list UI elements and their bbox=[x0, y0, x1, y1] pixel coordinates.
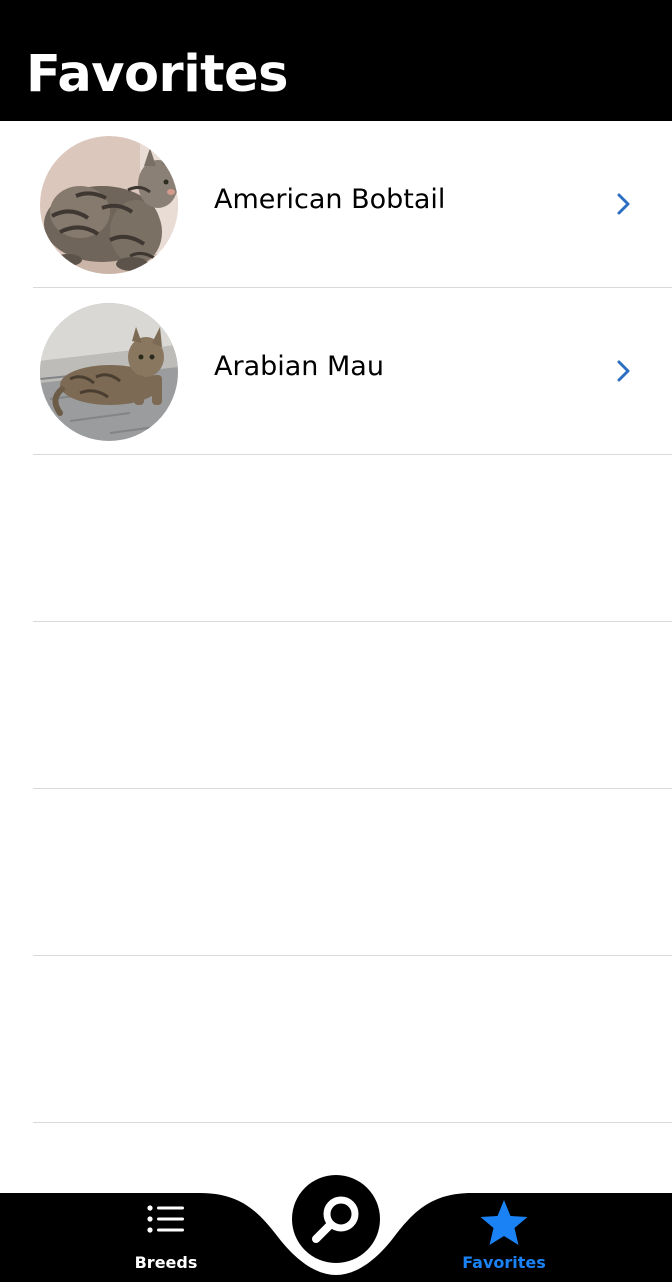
breed-name: Arabian Mau bbox=[214, 351, 384, 382]
list-item[interactable]: Arabian Mau bbox=[0, 288, 672, 455]
empty-row bbox=[0, 455, 672, 622]
navigation-header: Favorites bbox=[0, 0, 672, 121]
chevron-right-icon bbox=[617, 193, 630, 215]
search-icon bbox=[312, 1196, 359, 1243]
search-button[interactable] bbox=[292, 1175, 380, 1263]
page-title: Favorites bbox=[26, 45, 289, 104]
breed-photo bbox=[40, 303, 178, 441]
favorites-list: American Bobtail Arabian Mau bbox=[0, 121, 672, 1193]
breed-name: American Bobtail bbox=[214, 184, 446, 215]
breed-photo bbox=[40, 136, 178, 274]
tab-label-favorites: Favorites bbox=[462, 1253, 546, 1272]
tab-label-breeds: Breeds bbox=[134, 1253, 198, 1272]
empty-row bbox=[0, 956, 672, 1123]
chevron-right-icon bbox=[617, 360, 630, 382]
empty-row bbox=[0, 789, 672, 956]
empty-row bbox=[0, 622, 672, 789]
list-item[interactable]: American Bobtail bbox=[0, 121, 672, 288]
tab-favorites[interactable]: Favorites bbox=[414, 1193, 594, 1282]
star-icon bbox=[480, 1200, 528, 1245]
tab-breeds[interactable]: Breeds bbox=[76, 1193, 256, 1282]
list-icon bbox=[147, 1205, 184, 1233]
